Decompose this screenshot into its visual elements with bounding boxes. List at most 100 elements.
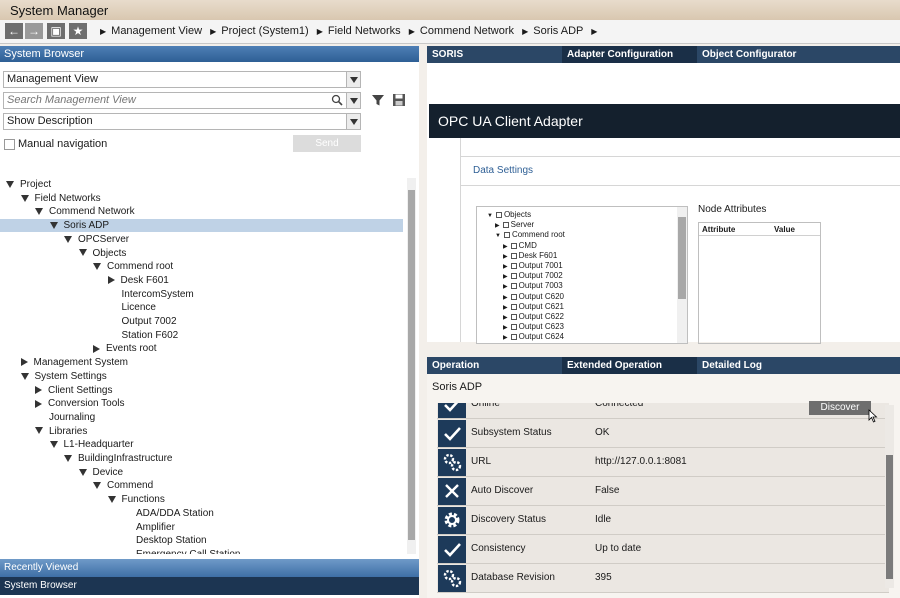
tree-node[interactable]: Project <box>6 178 51 191</box>
back-arrow-icon[interactable]: ← <box>5 23 23 39</box>
description-select[interactable]: Show Description <box>3 113 361 130</box>
expand-down-icon[interactable] <box>20 372 29 380</box>
node-tree-item[interactable]: ▶ Output C624 <box>503 332 564 343</box>
expand-down-icon[interactable] <box>49 441 58 449</box>
search-field[interactable] <box>3 92 361 109</box>
view-select[interactable]: Management View <box>3 71 361 88</box>
node-checkbox[interactable] <box>510 273 517 280</box>
tree-node[interactable]: Output 7002 <box>108 315 177 328</box>
tree-node[interactable]: Station F602 <box>108 329 179 342</box>
tree-node[interactable]: BuildingInfrastructure <box>64 452 173 465</box>
property-scrollbar-thumb[interactable] <box>886 455 893 579</box>
tree-node[interactable]: L1-Headquarter <box>49 438 134 451</box>
send-button[interactable]: Send <box>293 135 361 152</box>
tree-node[interactable]: OPCServer <box>64 233 129 246</box>
node-checkbox[interactable] <box>510 242 517 249</box>
chevron-down-icon[interactable] <box>346 72 360 87</box>
save-icon[interactable] <box>392 93 406 107</box>
expand-down-icon[interactable] <box>64 235 72 243</box>
window-icon[interactable]: ▣ <box>47 23 65 39</box>
breadcrumb-item[interactable]: Soris ADP <box>533 25 583 37</box>
node-checkbox[interactable] <box>510 293 517 300</box>
expand-down-icon[interactable] <box>35 427 43 435</box>
tree-scrollbar[interactable] <box>407 178 416 554</box>
expand-down-icon[interactable] <box>64 454 72 462</box>
node-checkbox[interactable] <box>510 252 517 259</box>
tree-node[interactable]: Journaling <box>35 411 95 424</box>
tree-node[interactable]: Functions <box>107 493 165 506</box>
star-icon[interactable]: ★ <box>69 23 87 39</box>
tree-node[interactable]: Objects <box>78 247 126 260</box>
expand-right-icon[interactable] <box>107 276 115 285</box>
breadcrumb-item[interactable]: Commend Network <box>420 25 514 37</box>
tab-object-configurator[interactable]: Object Configurator <box>697 46 900 63</box>
tree-node[interactable]: Libraries <box>35 425 87 438</box>
tree-node[interactable]: Management System <box>20 356 128 369</box>
expand-down-icon[interactable] <box>78 249 87 257</box>
tree-node[interactable]: Commend <box>93 479 153 492</box>
expand-down-icon[interactable] <box>20 194 29 202</box>
expand-right-icon[interactable] <box>20 358 28 367</box>
tree-scrollbar-thumb[interactable] <box>408 190 415 540</box>
tab-adapter-configuration[interactable]: Adapter Configuration <box>562 46 697 63</box>
node-tree-scrollbar-thumb[interactable] <box>678 217 686 299</box>
system-browser-tab[interactable]: System Browser <box>0 577 419 595</box>
forward-arrow-icon[interactable]: → <box>25 23 43 39</box>
expand-down-icon[interactable] <box>93 482 101 490</box>
tree-node[interactable]: Field Networks <box>20 192 101 205</box>
node-checkbox[interactable] <box>510 334 517 341</box>
tree-node[interactable]: Desk F601 <box>107 274 169 287</box>
expand-right-icon[interactable]: ▶ <box>503 333 508 343</box>
search-icon[interactable] <box>331 94 343 106</box>
breadcrumb-arrow-icon[interactable]: ▶ <box>591 27 597 36</box>
tree-node[interactable]: Conversion Tools <box>35 397 125 410</box>
expand-right-icon[interactable] <box>93 344 100 353</box>
chevron-down-icon[interactable] <box>346 114 360 129</box>
expand-down-icon[interactable]: ▼ <box>495 231 501 241</box>
recently-viewed-bar[interactable]: Recently Viewed <box>0 559 419 577</box>
tree-node[interactable]: Device <box>78 466 123 479</box>
expand-right-icon[interactable] <box>35 399 42 408</box>
expand-down-icon[interactable]: ▼ <box>487 211 493 221</box>
tree-node[interactable]: Soris ADP <box>0 219 403 233</box>
tree-node[interactable]: Emergency Call Station <box>122 548 241 554</box>
tree-node[interactable]: IntercomSystem <box>108 288 194 301</box>
expand-right-icon[interactable] <box>35 385 42 394</box>
expand-down-icon[interactable] <box>35 208 43 216</box>
breadcrumb-item[interactable]: Project (System1) <box>221 25 308 37</box>
node-checkbox[interactable] <box>510 303 517 310</box>
tree-node[interactable]: Client Settings <box>35 384 112 397</box>
tree-node[interactable]: Commend Network <box>35 205 135 218</box>
node-checkbox[interactable] <box>502 222 509 229</box>
expand-down-icon[interactable] <box>107 495 116 503</box>
tab-detailed-log[interactable]: Detailed Log <box>697 357 900 374</box>
node-checkbox[interactable] <box>510 283 517 290</box>
tab-operation[interactable]: Operation <box>427 357 562 374</box>
breadcrumb-item[interactable]: Field Networks <box>328 25 401 37</box>
tree-node[interactable]: ADA/DDA Station <box>122 507 214 520</box>
tree-node[interactable]: Events root <box>93 342 157 355</box>
property-scrollbar[interactable] <box>885 405 894 588</box>
tree-node[interactable]: System Settings <box>20 370 107 383</box>
tab-extended-operation[interactable]: Extended Operation <box>562 357 697 374</box>
node-checkbox[interactable] <box>510 263 517 269</box>
tree-node[interactable]: Amplifier <box>122 521 175 534</box>
data-settings-header[interactable]: Data Settings <box>461 156 900 186</box>
node-checkbox[interactable] <box>495 212 502 218</box>
filter-icon[interactable] <box>371 93 385 107</box>
expand-down-icon[interactable] <box>6 180 14 188</box>
discover-button[interactable]: Discover <box>809 401 871 415</box>
tab-soris[interactable]: SORIS <box>427 46 562 63</box>
search-input[interactable] <box>7 94 327 106</box>
manual-navigation-checkbox[interactable] <box>4 139 15 150</box>
tree-node[interactable]: Desktop Station <box>122 534 207 547</box>
tree-node[interactable]: Commend root <box>93 260 173 273</box>
expand-down-icon[interactable] <box>93 263 101 271</box>
node-tree-scrollbar[interactable] <box>677 207 687 343</box>
tree-node[interactable]: Licence <box>108 301 156 314</box>
expand-down-icon[interactable] <box>49 221 58 229</box>
node-checkbox[interactable] <box>503 232 510 239</box>
chevron-down-icon[interactable] <box>346 93 360 108</box>
node-checkbox[interactable] <box>510 324 517 331</box>
breadcrumb-item[interactable]: Management View <box>111 25 202 37</box>
